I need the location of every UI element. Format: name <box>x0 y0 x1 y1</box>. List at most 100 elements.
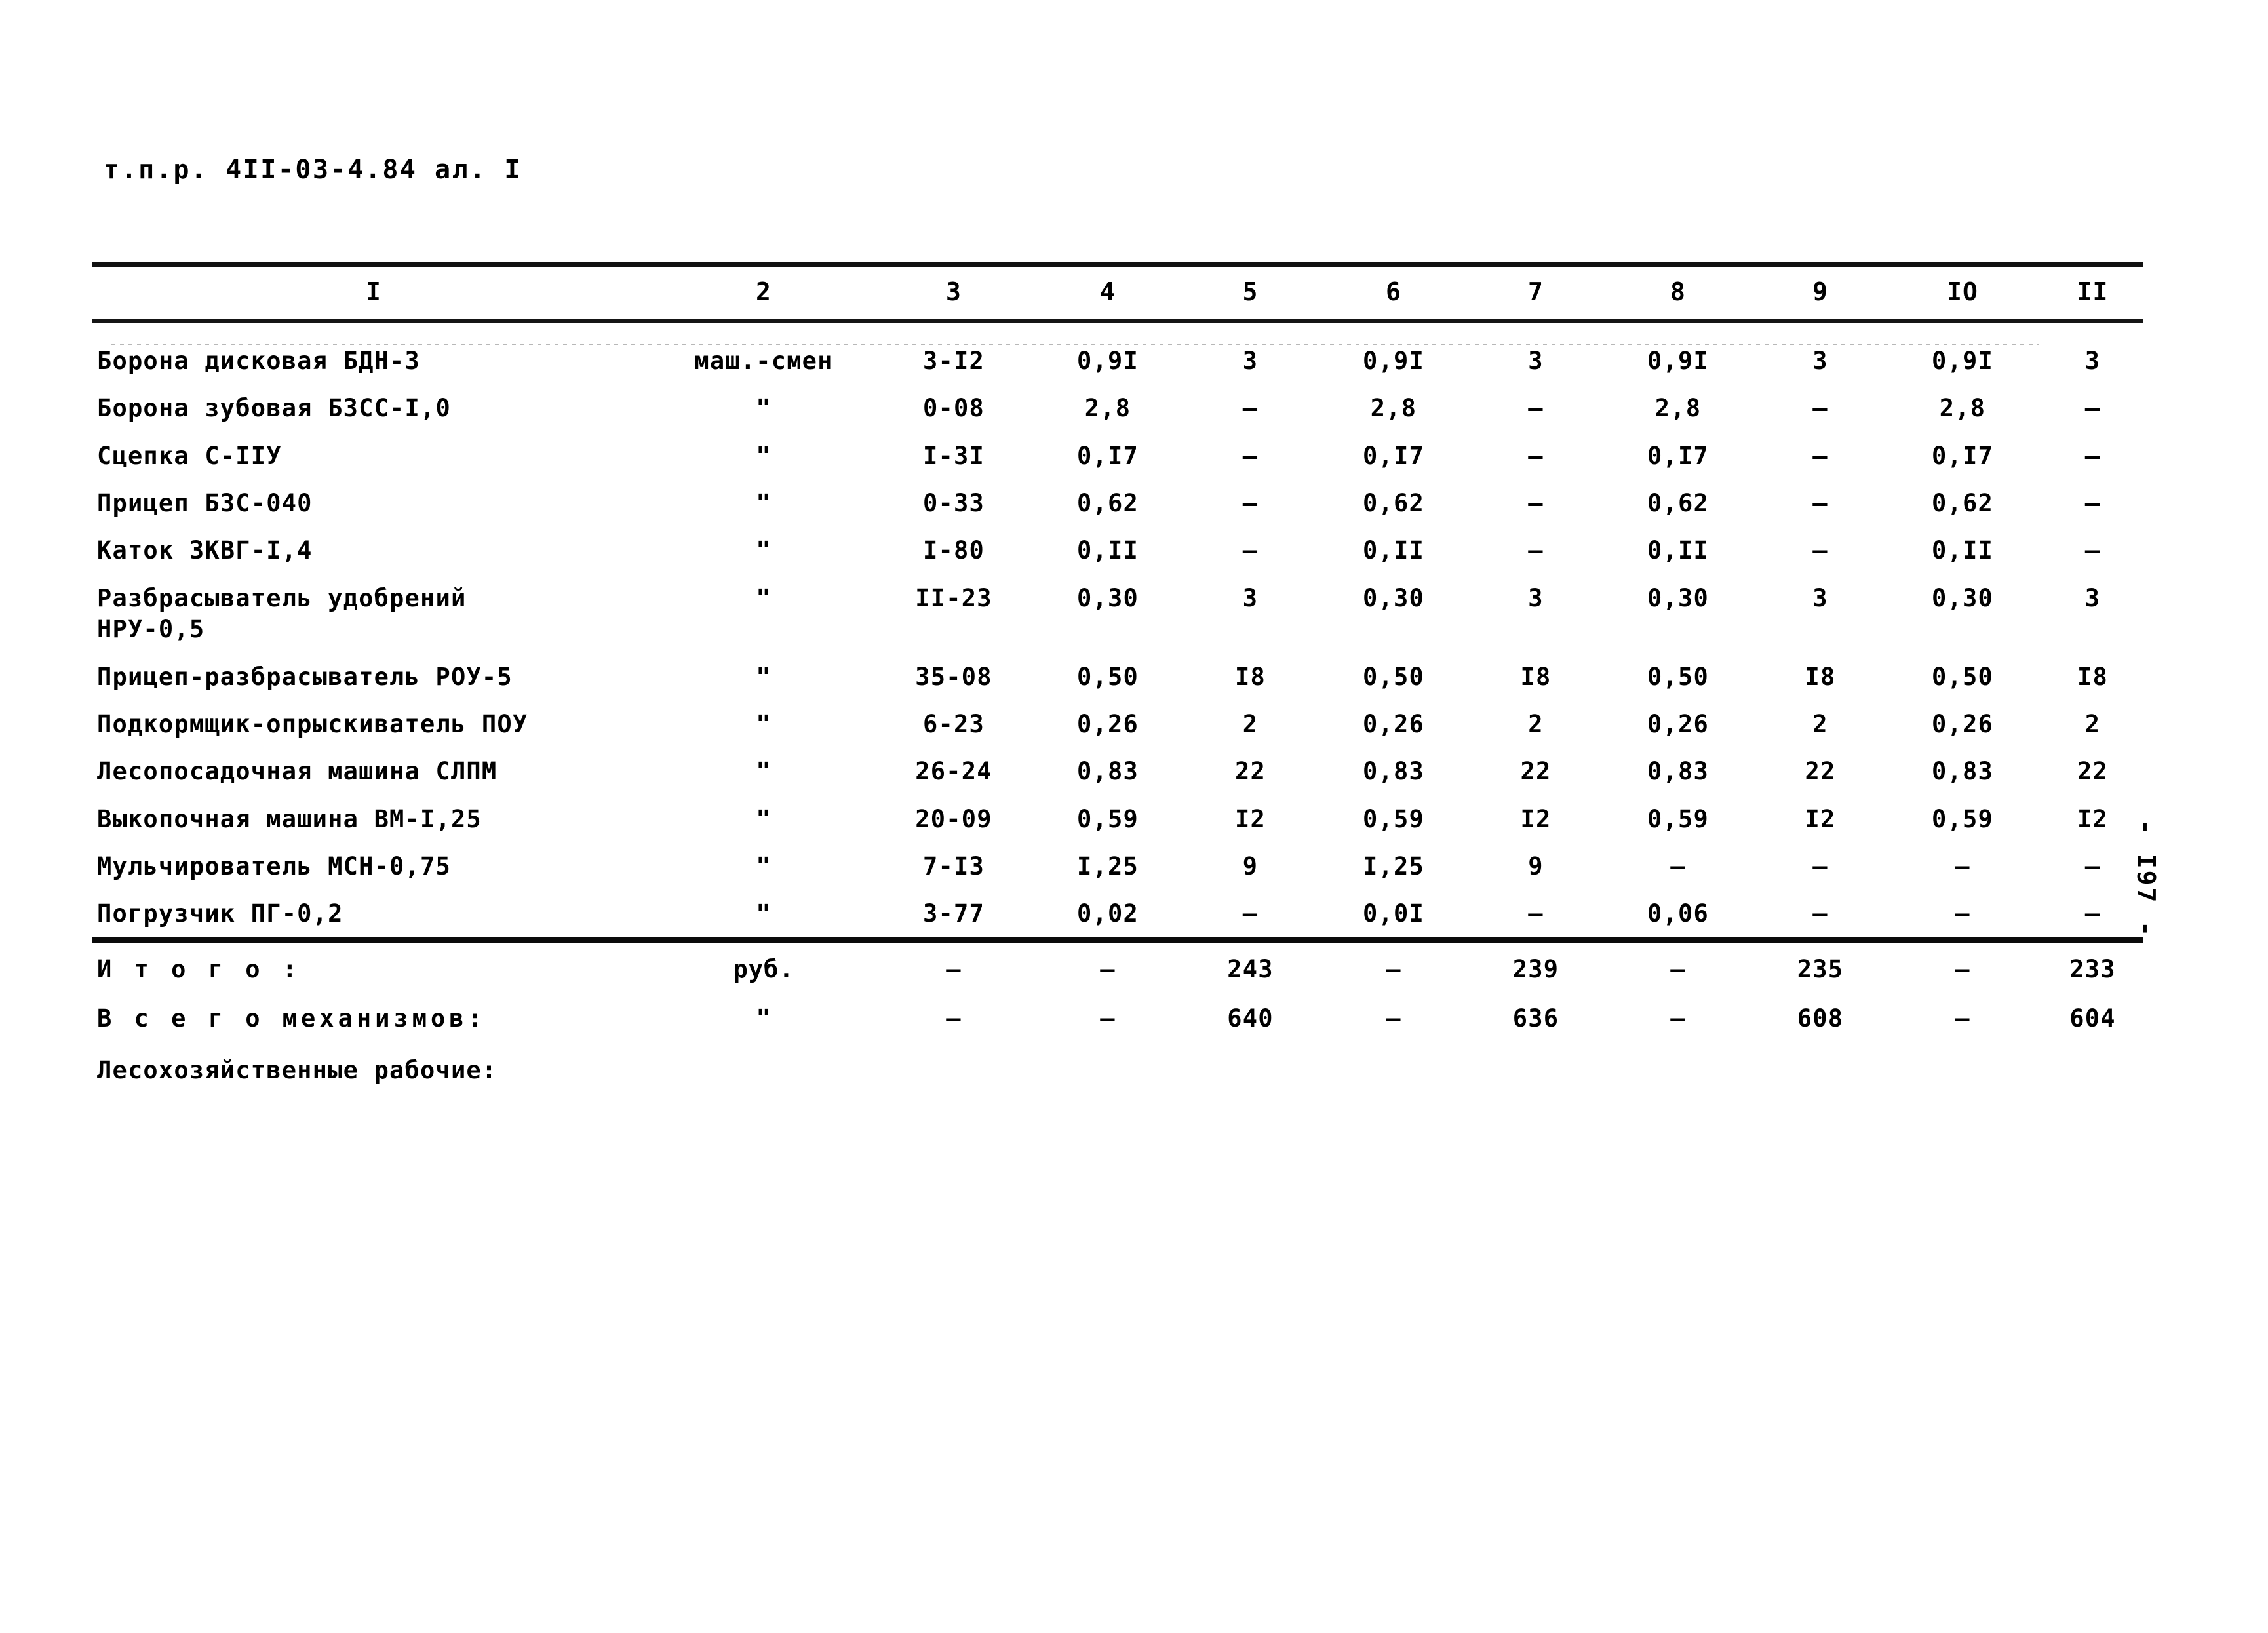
value-cell-col-10: 0,30 <box>1932 583 1993 612</box>
trailing-label: Лесохозяйственные рабочие: <box>97 1055 498 1084</box>
value-cell-col-3: 35-08 <box>915 662 992 691</box>
value-cell-col-5: – <box>1242 899 1259 928</box>
value-cell-col-8: 0,06 <box>1647 899 1709 928</box>
value-cell-col-10: – <box>1955 899 1970 928</box>
value-cell-col-4: – <box>1100 954 1116 983</box>
value-cell-col-7: 239 <box>1512 954 1559 983</box>
value-cell-col-3: 0-08 <box>923 394 985 423</box>
value-cell-col-3: I-3I <box>923 441 985 470</box>
value-cell-col-6: 0,83 <box>1363 757 1424 786</box>
value-cell-col-3: – <box>946 954 962 983</box>
document-header-line: т.п.р. 4II-03-4.84 ал. I <box>104 155 522 185</box>
column-header-4: 4 <box>1100 277 1116 306</box>
table-row: Мульчирователь МСН-0,75 " 7-I3 I,25 9 I,25 9 – –… <box>92 842 2150 890</box>
value-cell-col-3: 7-I3 <box>923 852 985 880</box>
table-total-row: В с е г о механизмов: " – – 640 – 636 – 608 – 604 <box>92 993 2150 1042</box>
value-cell-col-9: 22 <box>1805 757 1836 786</box>
table-row: Прицеп БЗС-040 " 0-33 0,62 – 0,62 – 0,62 – 0,62 – <box>92 479 2150 526</box>
unit-cell: " <box>756 757 772 786</box>
column-header-10: IO <box>1947 277 1978 306</box>
value-cell-col-10: 0,62 <box>1932 489 1993 518</box>
unit-cell: " <box>756 583 772 612</box>
value-cell-col-4: – <box>1100 1004 1116 1033</box>
value-cell-col-6: 0,0I <box>1363 899 1424 928</box>
value-cell-col-5: – <box>1242 394 1259 423</box>
unit-cell: " <box>756 899 772 928</box>
value-cell-col-10: 0,26 <box>1932 709 1993 738</box>
column-header-1: I <box>366 277 381 306</box>
value-cell-col-8: – <box>1670 954 1686 983</box>
table-body-bottom-rule <box>92 937 2143 943</box>
value-cell-col-7: – <box>1528 489 1544 518</box>
value-cell-col-5: 640 <box>1227 1004 1274 1033</box>
value-cell-col-6: 0,II <box>1363 536 1424 565</box>
value-cell-col-11: – <box>2084 441 2101 470</box>
unit-cell: " <box>756 852 772 880</box>
value-cell-col-7: – <box>1528 394 1544 423</box>
value-cell-col-3: II-23 <box>915 583 992 612</box>
value-cell-col-8: 0,I7 <box>1647 441 1709 470</box>
value-cell-col-7: – <box>1528 899 1544 928</box>
value-cell-col-11: 3 <box>2084 347 2101 375</box>
value-cell-col-3: 20-09 <box>915 804 992 833</box>
value-cell-col-6: – <box>1386 1004 1401 1033</box>
unit-cell: " <box>756 394 772 423</box>
value-cell-col-6: – <box>1386 954 1401 983</box>
table-row: Лесопосадочная машина СЛПМ " 26-24 0,83 22 0,… <box>92 747 2150 795</box>
unit-cell: " <box>756 1004 772 1033</box>
value-cell-col-9: – <box>1812 852 1828 880</box>
value-cell-col-11: – <box>2084 536 2101 565</box>
value-cell-col-8: 0,62 <box>1647 489 1709 518</box>
value-cell-col-5: – <box>1242 441 1259 470</box>
value-cell-col-6: 0,50 <box>1363 662 1424 691</box>
value-cell-col-4: I,25 <box>1077 852 1139 880</box>
column-header-5: 5 <box>1242 277 1259 306</box>
value-cell-col-4: 0,62 <box>1077 489 1139 518</box>
table-total-row: И т о г о : руб. – – 243 – 239 – 235 – 233 <box>92 943 2150 993</box>
table-row: Выкопочная машина ВМ-I,25 " 20-09 0,59 I2 0,5… <box>92 795 2150 842</box>
machine-name: Прицеп БЗС-040 <box>97 489 313 518</box>
unit-cell: " <box>756 441 772 470</box>
machine-name: Каток ЗКВГ-I,4 <box>97 536 313 565</box>
table-row: Борона зубовая БЗСС-I,0 " 0-08 2,8 – 2,8 – 2,8 –… <box>92 384 2150 431</box>
value-cell-col-9: – <box>1812 441 1828 470</box>
machine-name: Выкопочная машина ВМ-I,25 <box>97 804 482 833</box>
value-cell-col-3: 26-24 <box>915 757 992 786</box>
value-cell-col-7: – <box>1528 441 1544 470</box>
value-cell-col-10: – <box>1955 852 1970 880</box>
table-totals-body: И т о г о : руб. – – 243 – 239 – 235 – 233 В с е г … <box>92 943 2150 1042</box>
unit-cell: " <box>756 662 772 691</box>
unit-cell: " <box>756 536 772 565</box>
table-row: Прицеп-разбрасыватель РОУ-5 " 35-08 0,50 I8 0… <box>92 653 2150 700</box>
value-cell-col-4: 2,8 <box>1084 394 1131 423</box>
value-cell-col-9: 2 <box>1812 709 1828 738</box>
value-cell-col-8: 0,II <box>1647 536 1709 565</box>
scan-artifact-band <box>111 344 2039 345</box>
value-cell-col-3: 6-23 <box>923 709 985 738</box>
table-row: Погрузчик ПГ-0,2 " 3-77 0,02–0,0I –0,06– – – <box>92 890 2150 937</box>
column-header-9: 9 <box>1812 277 1828 306</box>
value-cell-col-10: 0,I7 <box>1932 441 1993 470</box>
value-cell-col-7: 636 <box>1512 1004 1559 1033</box>
value-cell-col-3: 0-33 <box>923 489 985 518</box>
value-cell-col-8: 0,59 <box>1647 804 1709 833</box>
value-cell-col-10: – <box>1955 954 1970 983</box>
machine-name: Борона зубовая БЗСС-I,0 <box>97 394 451 423</box>
value-cell-col-3: I-80 <box>923 536 985 565</box>
value-cell-col-7: 2 <box>1528 709 1544 738</box>
trailing-label-wrap: Лесохозяйственные рабочие: <box>92 1042 2143 1084</box>
value-cell-col-10: 0,83 <box>1932 757 1993 786</box>
value-cell-col-9: – <box>1812 536 1828 565</box>
value-cell-col-5: – <box>1242 489 1259 518</box>
total-label: В с е г о механизмов: <box>97 1004 486 1033</box>
column-header-7: 7 <box>1528 277 1544 306</box>
value-cell-col-4: 0,59 <box>1077 804 1139 833</box>
machine-name: Подкормщик-опрыскиватель ПОУ <box>97 709 528 738</box>
table-row: Каток ЗКВГ-I,4 " I-80 0,II – 0,II – 0,II – 0,II – <box>92 526 2150 574</box>
column-header-8: 8 <box>1670 277 1686 306</box>
value-cell-col-6: 0,30 <box>1363 583 1424 612</box>
value-cell-col-11: 22 <box>2077 757 2108 786</box>
value-cell-col-4: 0,50 <box>1077 662 1139 691</box>
unit-cell: руб. <box>733 954 794 983</box>
page-number: - I97 - <box>2132 819 2160 939</box>
